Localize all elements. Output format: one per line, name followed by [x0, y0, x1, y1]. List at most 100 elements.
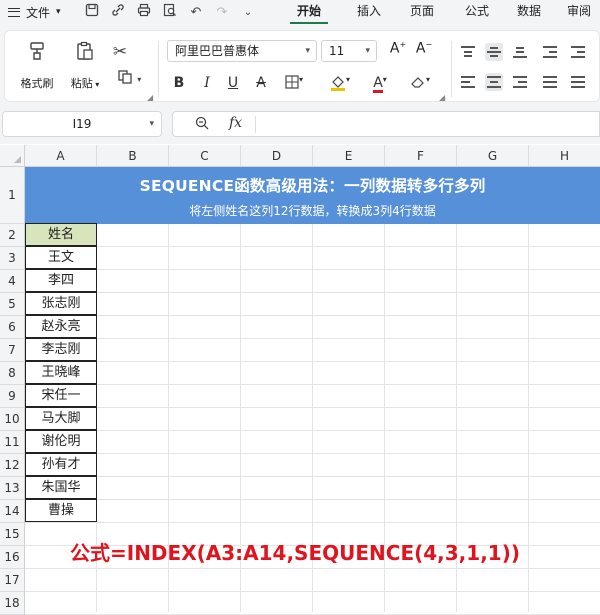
tab-review[interactable]: 审阅 [562, 0, 596, 24]
column-header-h[interactable]: H [529, 145, 600, 167]
gridline-horizontal [25, 453, 600, 454]
font-expand-icon[interactable]: ◢ [439, 93, 445, 102]
paste-chevron-icon[interactable]: ▾ [93, 80, 99, 89]
column-header-e[interactable]: E [313, 145, 385, 167]
format-painter-button[interactable]: 格式刷 [17, 41, 57, 91]
name-cell[interactable]: 曹操 [25, 499, 97, 522]
redo-icon[interactable]: ↷ [214, 5, 230, 20]
fx-icon[interactable]: fx [229, 115, 242, 131]
tab-insert[interactable]: 插入 [352, 0, 386, 24]
row-header-2[interactable]: 2 [0, 224, 25, 247]
row-header-5[interactable]: 5 [0, 293, 25, 316]
align-center-icon[interactable] [485, 73, 503, 91]
name-box[interactable]: I19 ▾ [2, 111, 162, 137]
print-preview-icon[interactable] [162, 3, 178, 21]
row-header-1[interactable]: 1 [0, 167, 25, 224]
name-cell[interactable]: 赵永亮 [25, 315, 97, 338]
font-name-value: 阿里巴巴普惠体 [175, 44, 260, 58]
name-cell[interactable]: 宋任一 [25, 384, 97, 407]
more-chevron-icon[interactable]: ⌄ [240, 7, 256, 18]
divider [451, 41, 452, 97]
fill-color-icon[interactable]: ▾ [325, 75, 355, 95]
tab-home[interactable]: 开始 [290, 0, 328, 24]
column-header-c[interactable]: C [169, 145, 241, 167]
select-all-corner[interactable] [0, 145, 25, 167]
borders-icon[interactable]: ▾ [280, 75, 308, 93]
name-cell[interactable]: 马大脚 [25, 407, 97, 430]
column-header-b[interactable]: B [97, 145, 169, 167]
file-menu-label: 文件 [26, 5, 51, 20]
name-cell[interactable]: 谢伦明 [25, 430, 97, 453]
row-header-13[interactable]: 13 [0, 477, 25, 500]
row-header-3[interactable]: 3 [0, 247, 25, 270]
increase-indent-icon[interactable] [569, 43, 587, 61]
row-header-10[interactable]: 10 [0, 408, 25, 431]
gridline-horizontal [25, 315, 600, 316]
paste-button[interactable]: 粘贴 ▾ [65, 41, 105, 91]
ribbon-panel: 格式刷 粘贴 ▾ ✂ ▾ ◢ 阿里巴巴普惠体 ▾ 11 ▾ A+ A− B I … [4, 30, 600, 102]
chevron-down-icon: ▾ [305, 46, 310, 56]
name-cell[interactable]: 李志刚 [25, 338, 97, 361]
align-bottom-icon[interactable] [511, 43, 529, 61]
name-cell[interactable]: 孙有才 [25, 453, 97, 476]
cut-button[interactable]: ✂ [109, 41, 131, 63]
underline-icon[interactable]: U [224, 75, 242, 91]
spreadsheet-grid[interactable]: ABCDEFGH 1 2 3 4 5 6 7 8 9 10 11 12 13 14 15 16 17 18 SEQ… [0, 145, 600, 615]
align-left-icon[interactable] [459, 73, 477, 91]
bold-icon[interactable]: B [170, 75, 188, 91]
font-color-icon[interactable]: A▾ [365, 75, 395, 93]
gridline-horizontal [25, 407, 600, 408]
eraser-icon[interactable]: ▾ [405, 75, 435, 93]
column-header-a[interactable]: A [25, 145, 97, 167]
increase-font-size-icon[interactable]: A+ [389, 40, 407, 57]
distributed-align-icon[interactable] [569, 73, 587, 91]
zoom-icon[interactable] [195, 116, 209, 134]
title-banner[interactable]: SEQUENCE函数高级用法：一列数据转多行多列 将左侧姓名这列12行数据，转换… [25, 167, 600, 224]
strikethrough-icon[interactable]: A [252, 75, 270, 91]
divider [158, 41, 159, 97]
save-icon[interactable] [84, 3, 100, 21]
decrease-font-size-icon[interactable]: A− [415, 40, 433, 57]
row-header-4[interactable]: 4 [0, 270, 25, 293]
name-cell[interactable]: 王晓峰 [25, 361, 97, 384]
row-header-15[interactable]: 15 [0, 523, 25, 546]
undo-icon[interactable]: ↶ [188, 5, 204, 20]
row-header-17[interactable]: 17 [0, 569, 25, 592]
justify-icon[interactable] [541, 73, 559, 91]
row-header-7[interactable]: 7 [0, 339, 25, 362]
row-header-14[interactable]: 14 [0, 500, 25, 523]
row-header-11[interactable]: 11 [0, 431, 25, 454]
copy-chevron-icon[interactable]: ▾ [137, 75, 141, 84]
align-middle-icon[interactable] [485, 43, 503, 61]
name-cell[interactable]: 王文 [25, 246, 97, 269]
copy-button[interactable]: ▾ [109, 69, 149, 92]
row-header-6[interactable]: 6 [0, 316, 25, 339]
tab-formulas[interactable]: 公式 [460, 0, 494, 24]
tab-data[interactable]: 数据 [512, 0, 546, 24]
italic-icon[interactable]: I [198, 75, 216, 91]
align-top-icon[interactable] [459, 43, 477, 61]
column-header-d[interactable]: D [241, 145, 313, 167]
print-icon[interactable] [136, 3, 152, 21]
name-header-cell[interactable]: 姓名 [25, 223, 97, 246]
name-cell[interactable]: 李四 [25, 269, 97, 292]
column-header-g[interactable]: G [457, 145, 529, 167]
column-header-f[interactable]: F [385, 145, 457, 167]
font-size-select[interactable]: 11 ▾ [321, 40, 377, 62]
tab-page[interactable]: 页面 [405, 0, 439, 24]
name-cell[interactable]: 张志刚 [25, 292, 97, 315]
row-header-8[interactable]: 8 [0, 362, 25, 385]
row-header-9[interactable]: 9 [0, 385, 25, 408]
link-icon[interactable] [110, 3, 126, 21]
align-right-icon[interactable] [511, 73, 529, 91]
file-menu[interactable]: 文件 ▾ [0, 4, 72, 21]
decrease-indent-icon[interactable] [541, 43, 559, 61]
font-name-select[interactable]: 阿里巴巴普惠体 ▾ [167, 40, 317, 62]
formula-input[interactable]: fx [172, 111, 600, 137]
row-header-16[interactable]: 16 [0, 546, 25, 569]
gridline-horizontal [25, 246, 600, 247]
clipboard-expand-icon[interactable]: ◢ [147, 93, 153, 102]
name-cell[interactable]: 朱国华 [25, 476, 97, 499]
row-header-12[interactable]: 12 [0, 454, 25, 477]
row-header-18[interactable]: 18 [0, 592, 25, 615]
